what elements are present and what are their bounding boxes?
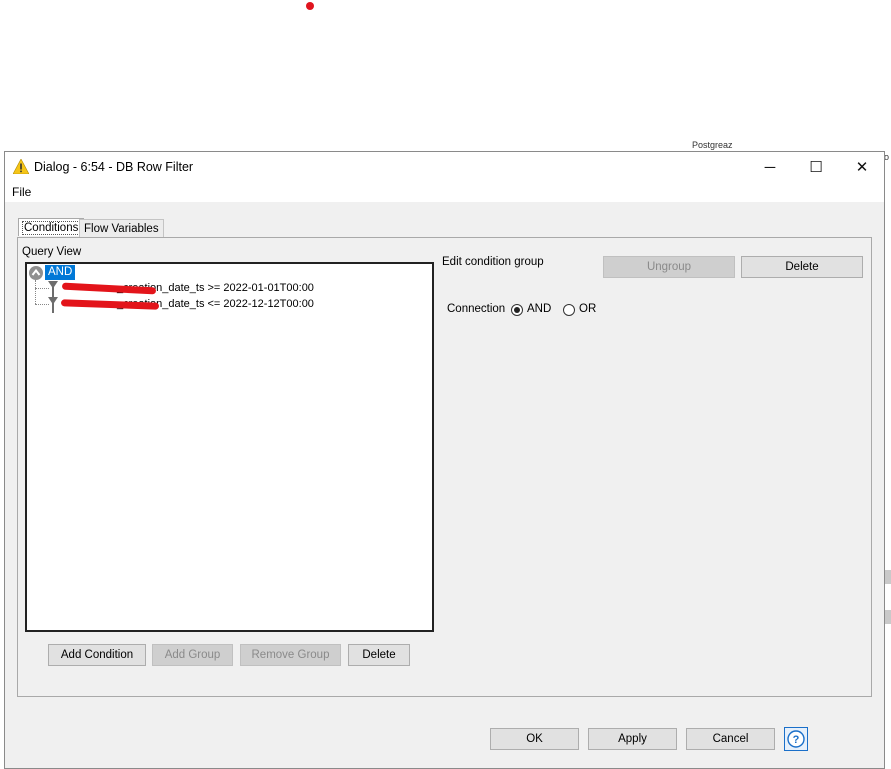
- tree-connector: [35, 304, 49, 305]
- radio-and-label: AND: [527, 303, 552, 315]
- add-condition-button[interactable]: Add Condition: [48, 644, 146, 666]
- close-icon: ✕: [855, 159, 869, 176]
- ok-button[interactable]: OK: [490, 728, 579, 750]
- close-button[interactable]: ✕: [839, 152, 885, 182]
- apply-button[interactable]: Apply: [588, 728, 677, 750]
- menu-file[interactable]: File: [12, 185, 31, 199]
- minimize-button[interactable]: ─: [747, 152, 793, 182]
- delete-condition-button[interactable]: Delete: [348, 644, 410, 666]
- tab-conditions[interactable]: Conditions: [18, 218, 85, 236]
- menu-bar: File: [5, 182, 884, 202]
- background-scrollbar: [885, 610, 891, 624]
- query-view-label: Query View: [22, 246, 82, 258]
- filter-icon: [48, 281, 58, 297]
- edit-group-title: Edit condition group: [442, 256, 544, 268]
- ungroup-button[interactable]: Ungroup: [603, 256, 735, 278]
- warning-icon: [13, 159, 29, 174]
- dialog-window: Dialog - 6:54 - DB Row Filter ─ ☐ ✕ File…: [4, 151, 885, 769]
- radio-and[interactable]: [511, 304, 523, 316]
- cancel-button[interactable]: Cancel: [686, 728, 775, 750]
- delete-group-button[interactable]: Delete: [741, 256, 863, 278]
- query-tree[interactable]: AND _creation_date_ts >= 2022-01-01T00:0…: [25, 262, 434, 632]
- window-title: Dialog - 6:54 - DB Row Filter: [34, 160, 194, 174]
- radio-or-label: OR: [579, 303, 597, 315]
- maximize-button[interactable]: ☐: [793, 152, 839, 182]
- maximize-icon: ☐: [809, 159, 823, 176]
- tab-label: Conditions: [21, 221, 81, 235]
- background-text: Postgreaz: [692, 140, 733, 150]
- background-scrollbar: [885, 570, 891, 584]
- connection-label: Connection: [447, 303, 506, 315]
- minimize-icon: ─: [764, 158, 776, 176]
- title-bar: Dialog - 6:54 - DB Row Filter ─ ☐ ✕: [5, 152, 884, 182]
- tree-connector: [35, 280, 36, 304]
- remove-group-button[interactable]: Remove Group: [240, 644, 341, 666]
- tab-flow-variables[interactable]: Flow Variables: [79, 219, 164, 237]
- help-icon: ?: [787, 730, 805, 748]
- radio-selected-dot: [514, 307, 520, 313]
- tree-connector: [35, 288, 49, 289]
- tab-label: Flow Variables: [84, 223, 159, 235]
- help-button[interactable]: ?: [784, 727, 808, 751]
- add-group-button[interactable]: Add Group: [152, 644, 233, 666]
- tree-root-and[interactable]: AND: [45, 265, 76, 280]
- filter-icon: [48, 297, 58, 313]
- help-glyph: ?: [793, 734, 800, 746]
- group-icon: [29, 266, 43, 280]
- background-red-dot: [306, 2, 314, 10]
- radio-or[interactable]: [563, 304, 575, 316]
